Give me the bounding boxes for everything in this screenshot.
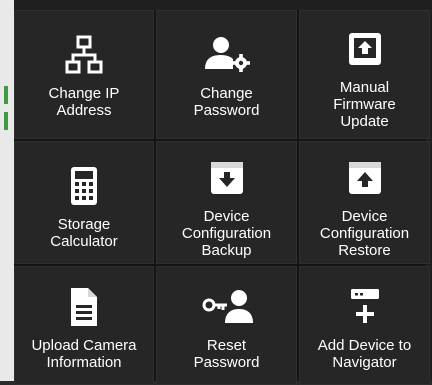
change-ip-address-button[interactable]: Change IP Address [14,10,154,139]
tile-label: Reset Password [193,337,260,371]
firmware-upload-icon [347,25,383,73]
tile-label: Storage Calculator [50,216,118,250]
tile-label: Device Configuration Backup [181,208,272,259]
device-configuration-restore-button[interactable]: Device Configuration Restore [299,141,430,264]
calculator-icon [69,162,99,210]
document-icon [69,283,99,331]
tool-grid: Change IP Address Change Password Manual… [14,10,430,385]
user-gear-icon [203,31,251,79]
device-configuration-backup-button[interactable]: Device Configuration Backup [156,141,297,264]
manual-firmware-update-button[interactable]: Manual Firmware Update [299,10,430,139]
box-upload-icon [348,154,382,202]
edge-marker [4,86,8,104]
add-device-to-navigator-button[interactable]: Add Device to Navigator [299,266,430,385]
network-icon [64,31,104,79]
tile-label: Upload Camera Information [31,337,137,371]
left-edge-strip [0,0,14,381]
tile-label: Manual Firmware Update [333,79,396,130]
edge-marker [4,112,8,130]
storage-calculator-button[interactable]: Storage Calculator [14,141,154,264]
upload-camera-information-button[interactable]: Upload Camera Information [14,266,154,385]
tools-panel: Change IP Address Change Password Manual… [0,0,432,385]
reset-password-button[interactable]: Reset Password [156,266,297,385]
tile-label: Device Configuration Restore [319,208,410,259]
change-password-button[interactable]: Change Password [156,10,297,139]
box-download-icon [210,154,244,202]
tile-label: Change IP Address [48,85,120,119]
tile-label: Add Device to Navigator [317,337,412,371]
key-user-icon [201,283,253,331]
device-add-icon [345,283,385,331]
tile-label: Change Password [193,85,260,119]
